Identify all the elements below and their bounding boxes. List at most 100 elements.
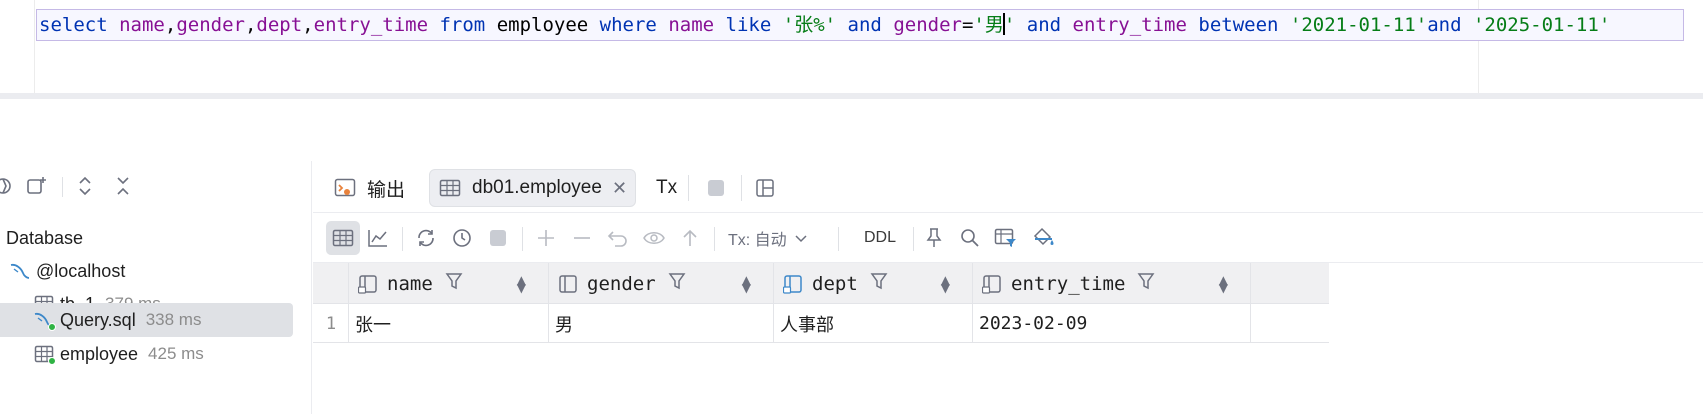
tree-item-label: Query.sql	[60, 309, 136, 330]
filter-icon[interactable]	[1137, 272, 1155, 295]
toolbar-separator	[522, 227, 523, 251]
tree-item-database[interactable]: Database	[0, 221, 293, 255]
collapse-all-icon[interactable]	[108, 171, 138, 201]
toolbar-separator	[402, 227, 403, 251]
result-grid: name ▲▼ gender ▲▼ dept ▲▼ entry_time	[313, 263, 1703, 414]
sort-icon[interactable]: ▲ ▼	[517, 274, 526, 294]
stop-icon[interactable]	[481, 221, 515, 255]
output-console-icon	[333, 176, 357, 200]
sort-icon[interactable]: ▲ ▼	[742, 274, 751, 294]
sort-icon[interactable]: ▲ ▼	[941, 274, 950, 294]
connected-indicator	[48, 357, 56, 365]
chart-view-icon[interactable]	[361, 221, 395, 255]
column-header-name[interactable]: name ▲ ▼	[349, 263, 549, 304]
filter-icon[interactable]	[870, 272, 888, 295]
tree-item-label: employee	[60, 343, 139, 364]
paint-bucket-icon[interactable]	[1027, 221, 1061, 255]
cell-name[interactable]: 张一	[349, 304, 549, 343]
eye-icon[interactable]	[0, 171, 18, 201]
column-header-gender[interactable]: gender ▲ ▼	[549, 263, 774, 304]
tree-item-label: Database	[6, 227, 84, 248]
transaction-mode-label: Tx: 自动	[728, 232, 787, 249]
toolbar-separator	[741, 175, 742, 201]
sql-token: between	[1198, 14, 1279, 36]
connected-indicator	[48, 323, 56, 331]
current-code-line[interactable]: select name,gender,dept,entry_time from …	[36, 9, 1684, 41]
chevron-down-icon	[795, 231, 807, 246]
preview-changes-icon[interactable]	[637, 221, 671, 255]
stop-icon[interactable]	[701, 173, 731, 203]
filter-table-icon[interactable]	[989, 221, 1023, 255]
tx-button[interactable]: Tx	[648, 169, 685, 207]
new-session-icon[interactable]	[22, 171, 52, 201]
search-icon[interactable]	[953, 221, 987, 255]
column-icon	[557, 273, 579, 295]
mysql-icon	[8, 259, 32, 283]
column-name: gender	[587, 272, 656, 295]
sql-token: entry_time	[1072, 14, 1187, 36]
sort-icon[interactable]: ▲ ▼	[1219, 274, 1228, 294]
sql-token: select	[39, 14, 108, 36]
table-row[interactable]: 1 张一 男 人事部 2023-02-09	[313, 304, 1329, 343]
transaction-mode-dropdown[interactable]: Tx: 自动	[728, 221, 807, 255]
table-view-icon[interactable]	[326, 221, 360, 255]
sql-token: dept	[256, 14, 303, 36]
add-row-icon[interactable]	[529, 221, 563, 255]
column-name: entry_time	[1011, 272, 1126, 295]
sql-token: ,	[164, 14, 177, 36]
column-header-entry-time[interactable]: entry_time ▲ ▼	[973, 263, 1251, 304]
refresh-icon[interactable]	[409, 221, 443, 255]
toolbar-separator	[62, 177, 63, 197]
editor-gutter	[0, 0, 35, 93]
sql-token: and	[1026, 14, 1062, 36]
grid-toolbar: Tx: 自动 DDL	[313, 213, 1703, 263]
table-icon	[32, 342, 56, 366]
empty-area	[0, 99, 1703, 161]
cell-gender[interactable]: 男	[549, 304, 774, 343]
sql-token: ,	[244, 14, 257, 36]
history-icon[interactable]	[445, 221, 479, 255]
column-key-icon	[357, 273, 379, 295]
delete-row-icon[interactable]	[565, 221, 599, 255]
close-icon[interactable]: ✕	[612, 178, 627, 199]
sql-token: '男	[973, 14, 1004, 36]
cell-entry-time[interactable]: 2023-02-09	[973, 304, 1251, 343]
pin-icon[interactable]	[917, 221, 951, 255]
tree-item-query-sql-content[interactable]: Query.sql 338 ms	[0, 303, 293, 337]
layout-icon[interactable]	[750, 173, 780, 203]
sql-token: where	[599, 14, 657, 36]
tab-db01-employee[interactable]: db01.employee ✕	[429, 169, 637, 207]
execution-time: 338 ms	[145, 310, 202, 329]
sql-token: name	[668, 14, 715, 36]
sql-editor[interactable]: select name,gender,dept,entry_time from …	[0, 0, 1703, 93]
sql-token: '	[1003, 14, 1016, 36]
services-panel: Database @localhost tb_1 379 ms Query.sq…	[0, 161, 312, 414]
column-header-dept[interactable]: dept ▲ ▼	[774, 263, 973, 304]
cell-dept[interactable]: 人事部	[774, 304, 973, 343]
filter-icon[interactable]	[445, 272, 463, 295]
tree-item-employee[interactable]: employee 425 ms	[0, 337, 293, 371]
sql-token: '2021-01-11'	[1289, 14, 1428, 36]
expand-all-icon[interactable]	[70, 171, 100, 201]
tree-item-localhost[interactable]: @localhost	[0, 254, 293, 288]
table-icon	[438, 176, 462, 200]
sql-token: '张%'	[782, 14, 837, 36]
sql-token: name	[119, 14, 165, 36]
services-toolbar	[0, 171, 312, 201]
sql-token: like	[725, 14, 772, 36]
undo-icon[interactable]	[601, 221, 635, 255]
filter-icon[interactable]	[668, 272, 686, 295]
submit-icon[interactable]	[673, 221, 707, 255]
toolbar-separator	[838, 227, 839, 251]
ddl-button[interactable]: DDL	[864, 221, 896, 255]
tab-output[interactable]: 输出	[325, 169, 413, 207]
